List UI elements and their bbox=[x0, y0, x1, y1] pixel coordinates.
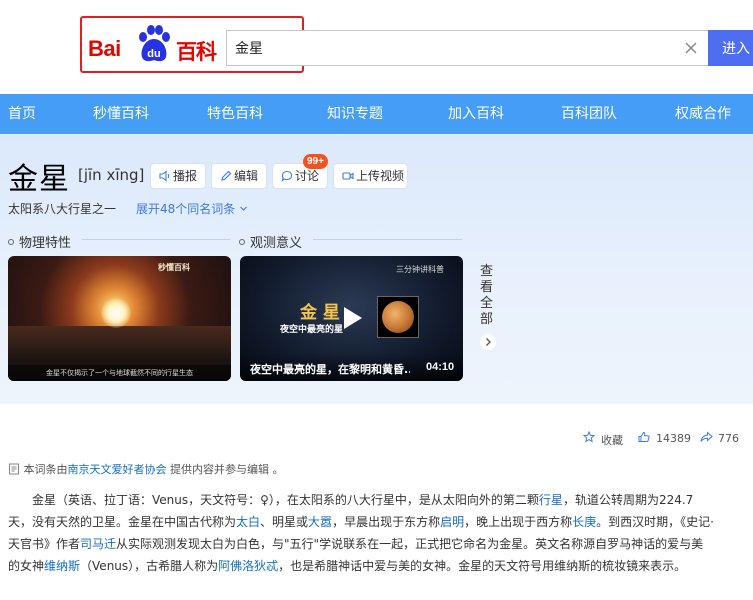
favorite-label: 收藏 bbox=[601, 434, 623, 447]
play-icon[interactable] bbox=[336, 303, 366, 333]
bullet-icon bbox=[8, 239, 14, 245]
video-title: 夜空中最亮的星，在黎明和黄昏... bbox=[250, 363, 410, 376]
star-icon bbox=[583, 431, 595, 443]
header: Bai du 百科 进入 bbox=[0, 0, 753, 94]
main-nav: 首页 秒懂百科 特色百科 知识专题 加入百科 百科团队 权威合作 bbox=[0, 94, 753, 134]
chevron-right-icon[interactable] bbox=[480, 334, 496, 350]
summary-text: ，早晨出现于东方称 bbox=[332, 515, 441, 529]
notice-end: 。 bbox=[272, 463, 284, 476]
edit-button[interactable]: 编辑 bbox=[211, 163, 267, 189]
document-icon bbox=[9, 463, 19, 475]
chat-bubble-icon bbox=[281, 170, 293, 182]
summary-text: （Venus），古希腊人称为 bbox=[80, 559, 219, 573]
expand-homonyms-link[interactable]: 展开48个同名词条 bbox=[136, 200, 248, 217]
link-simaqian[interactable]: 司马迁 bbox=[80, 537, 116, 551]
video-overlay-subtitle: 夜空中最亮的星 bbox=[280, 325, 344, 335]
section-observe-text: 观测意义 bbox=[250, 236, 303, 251]
nav-item-topics[interactable]: 知识专题 bbox=[327, 94, 383, 134]
notice-prefix: 本词条由 bbox=[23, 463, 68, 476]
upload-video-label: 上传视频 bbox=[356, 169, 405, 183]
edit-label: 编辑 bbox=[234, 169, 259, 183]
like-count: 14389 bbox=[656, 432, 691, 445]
section-label-physical[interactable]: 物理特性 bbox=[8, 232, 71, 251]
entry-hero: 金星 [jīn xīng] 播报 编辑 讨论 99+ 上传视频 太阳系八大行星之… bbox=[0, 134, 753, 404]
pencil-icon bbox=[221, 170, 232, 181]
share-count: 776 bbox=[718, 432, 739, 445]
nav-item-miaodong[interactable]: 秒懂百科 bbox=[93, 94, 149, 134]
notice-suffix: 提供内容并参与编辑 bbox=[170, 463, 269, 476]
entry-summary-paragraph: 金星（英语、拉丁语：Venus，天文符号：♀），在太阳系的八大行星中，是从太阳向… bbox=[8, 489, 714, 577]
divider bbox=[313, 239, 462, 240]
video-caption-bar: 夜空中最亮的星，在黎明和黄昏... 04:10 bbox=[240, 353, 463, 381]
pinyin: [jīn xīng] bbox=[78, 166, 145, 184]
read-aloud-label: 播报 bbox=[173, 169, 198, 183]
nav-item-authority[interactable]: 权威合作 bbox=[675, 94, 731, 134]
summary-text: ，也是希腊神话中爱与美的女神。金星的天文符号用维纳斯的梳妆镜来表示。 bbox=[278, 559, 687, 573]
search-input[interactable] bbox=[235, 31, 665, 65]
link-qiming[interactable]: 启明 bbox=[440, 515, 464, 529]
contributor-notice: 本词条由南京天文爱好者协会 提供内容并参与编辑 。 bbox=[8, 461, 284, 477]
baidu-baike-logo[interactable]: Bai du 百科 bbox=[88, 24, 224, 66]
link-dahao[interactable]: 大嚣 bbox=[308, 515, 332, 529]
discuss-count-badge: 99+ bbox=[303, 154, 328, 169]
search-box bbox=[226, 30, 708, 66]
divider bbox=[82, 239, 230, 240]
chevron-down-icon bbox=[240, 206, 247, 211]
link-planet[interactable]: 行星 bbox=[539, 493, 563, 507]
logo-du-text: du bbox=[147, 48, 160, 60]
summary-text: 金星（英语、拉丁语：Venus，天文符号：♀），在太阳系的八大行星中，是从太阳向… bbox=[32, 493, 539, 507]
logo-baike-text: 百科 bbox=[176, 40, 217, 64]
see-all-link[interactable]: 查看全部 bbox=[480, 264, 496, 328]
nav-item-team[interactable]: 百科团队 bbox=[561, 94, 617, 134]
video-duration: 04:10 bbox=[426, 361, 455, 373]
video-overlay-title: 金 星 bbox=[300, 303, 340, 323]
video-thumbnail-physical[interactable]: 秒懂百科 金星不仅揭示了一个与地球截然不同的行星生态 bbox=[8, 256, 231, 381]
entry-subtitle: 太阳系八大行星之一 bbox=[8, 202, 117, 216]
share-icon bbox=[700, 431, 713, 442]
video-camera-icon bbox=[342, 172, 354, 180]
summary-text: ，晚上出现于西方称 bbox=[464, 515, 573, 529]
bullet-icon bbox=[239, 239, 245, 245]
section-physical-text: 物理特性 bbox=[19, 236, 72, 251]
expand-homonyms-label: 展开48个同名词条 bbox=[136, 202, 236, 216]
page-title: 金星 bbox=[8, 162, 70, 197]
speaker-icon bbox=[159, 170, 170, 182]
sun-glow bbox=[101, 298, 131, 328]
summary-text: 、明星或 bbox=[260, 515, 309, 529]
read-aloud-button[interactable]: 播报 bbox=[150, 163, 206, 189]
link-aphrodite[interactable]: 阿佛洛狄忒 bbox=[218, 559, 278, 573]
video-watermark: 秒懂百科 bbox=[158, 263, 190, 272]
logo-bai-text: Bai bbox=[88, 36, 121, 61]
link-changgeng[interactable]: 长庚 bbox=[572, 515, 596, 529]
baidu-paw-icon: du bbox=[139, 25, 170, 62]
venus-planet-image bbox=[377, 296, 419, 338]
close-icon[interactable] bbox=[683, 40, 699, 56]
upload-video-button[interactable]: 上传视频 bbox=[333, 163, 408, 189]
nav-item-join[interactable]: 加入百科 bbox=[448, 94, 504, 134]
nav-item-featured[interactable]: 特色百科 bbox=[207, 94, 263, 134]
enter-button[interactable]: 进入 bbox=[708, 30, 753, 66]
video-brand: 三分钟讲科普 bbox=[396, 265, 444, 274]
video-thumbnail-observe[interactable]: 三分钟讲科普 金 星 夜空中最亮的星 夜空中最亮的星，在黎明和黄昏... 04:… bbox=[240, 256, 463, 381]
video-caption: 金星不仅揭示了一个与地球截然不同的行星生态 bbox=[8, 365, 231, 381]
section-label-observe[interactable]: 观测意义 bbox=[239, 232, 302, 251]
contributor-link[interactable]: 南京天文爱好者协会 bbox=[68, 463, 167, 476]
link-venus[interactable]: 维纳斯 bbox=[44, 559, 80, 573]
link-taibai[interactable]: 太白 bbox=[236, 515, 260, 529]
thumbs-up-icon bbox=[638, 431, 650, 442]
nav-item-home[interactable]: 首页 bbox=[8, 94, 36, 134]
